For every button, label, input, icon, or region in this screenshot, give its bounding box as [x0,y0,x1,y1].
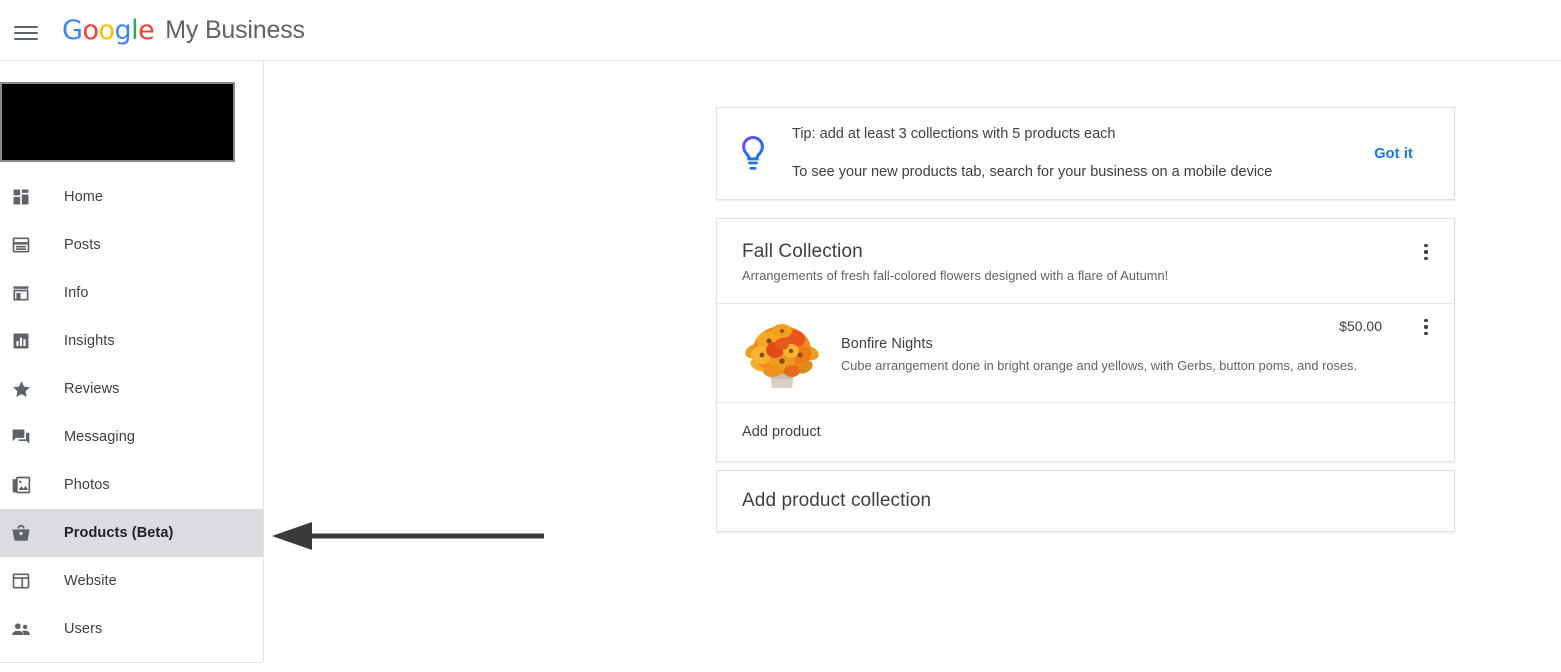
sidebar-item-home[interactable]: Home [0,173,263,221]
hamburger-line [14,26,38,28]
tip-line-1: Tip: add at least 3 collections with 5 p… [792,125,1116,142]
sidebar-item-products[interactable]: Products (Beta) [0,509,263,557]
logo-letter-o2: o [98,14,115,46]
product-more-vert-icon[interactable] [1414,315,1438,339]
sidebar-item-label: Insights [64,333,115,349]
collection-description: Arrangements of fresh fall-colored flowe… [742,268,1169,283]
tip-card: Tip: add at least 3 collections with 5 p… [716,107,1455,200]
sidebar-item-label: Photos [64,477,110,493]
storefront-icon [9,281,33,305]
logo-letter-e: e [138,14,155,46]
sidebar-item-label: Messaging [64,429,136,445]
google-wordmark: Google [62,14,155,46]
sidebar-item-messaging[interactable]: Messaging [0,413,263,461]
sidebar-item-website[interactable]: Website [0,557,263,605]
star-icon [9,377,33,401]
bar-chart-icon [9,329,33,353]
redacted-business-name [0,82,235,162]
collection-more-vert-icon[interactable] [1414,240,1438,264]
got-it-button[interactable]: Got it [1374,146,1413,162]
sidebar-item-info[interactable]: Info [0,269,263,317]
sidebar-item-insights[interactable]: Insights [0,317,263,365]
kebab-dot [1424,331,1428,336]
sidebar-item-label: Website [64,573,117,589]
kebab-dot [1424,256,1428,261]
sidebar-item-label: Home [64,189,104,205]
kebab-dot [1424,243,1428,248]
hamburger-menu-icon[interactable] [12,17,40,45]
arrow-annotation [268,522,548,550]
product-collection-card: Fall Collection Arrangements of fresh fa… [716,218,1455,462]
app-bar: Google My Business [0,0,1561,61]
brand-logo[interactable]: Google My Business [62,12,305,48]
product-info: Bonfire Nights Cube arrangement done in … [841,334,1430,373]
people-icon [9,617,33,641]
sidebar-item-users[interactable]: Users [0,605,263,653]
posts-icon [9,233,33,257]
product-row[interactable]: Bonfire Nights Cube arrangement done in … [717,304,1454,403]
sidebar-divider [0,662,263,663]
sidebar-item-photos[interactable]: Photos [0,461,263,509]
lightbulb-icon [736,134,770,174]
sidebar-item-label: Reviews [64,381,120,397]
dashboard-icon [9,185,33,209]
product-description: Cube arrangement done in bright orange a… [841,357,1358,373]
product-name: Bonfire Nights [841,335,933,352]
kebab-dot [1424,318,1428,323]
sidebar-item-reviews[interactable]: Reviews [0,365,263,413]
tip-line-2: To see your new products tab, search for… [792,163,1273,180]
logo-letter-g2: g [114,14,132,46]
kebab-dot [1424,250,1428,254]
sidebar-item-label: Products (Beta) [64,525,174,541]
hamburger-line [14,38,38,40]
logo-letter-g: G [62,14,83,46]
photo-icon [9,473,33,497]
hamburger-line [14,32,38,34]
logo-letter-o1: o [82,14,99,46]
tip-text-block: Tip: add at least 3 collections with 5 p… [792,125,1374,182]
sidebar-item-posts[interactable]: Posts [0,221,263,269]
add-product-collection-label: Add product collection [742,490,932,511]
basket-icon [9,521,33,545]
sidebar-item-label: Posts [64,237,101,253]
sidebar-item-label: Users [64,621,103,637]
sidebar: Home Posts Info Insights Reviews Messagi… [0,61,264,663]
sidebar-item-label: Info [64,285,89,301]
collection-header: Fall Collection Arrangements of fresh fa… [717,219,1454,304]
product-thumbnail [742,317,822,389]
sidebar-nav: Home Posts Info Insights Reviews Messagi… [0,173,263,653]
add-product-collection-card[interactable]: Add product collection [716,470,1455,532]
kebab-dot [1424,325,1428,329]
product-name: My Business [165,15,305,44]
collection-title: Fall Collection [742,241,863,262]
add-product-button[interactable]: Add product [717,403,1454,461]
web-layout-icon [9,569,33,593]
product-price: $50.00 [1339,318,1382,334]
chat-icon [9,425,33,449]
